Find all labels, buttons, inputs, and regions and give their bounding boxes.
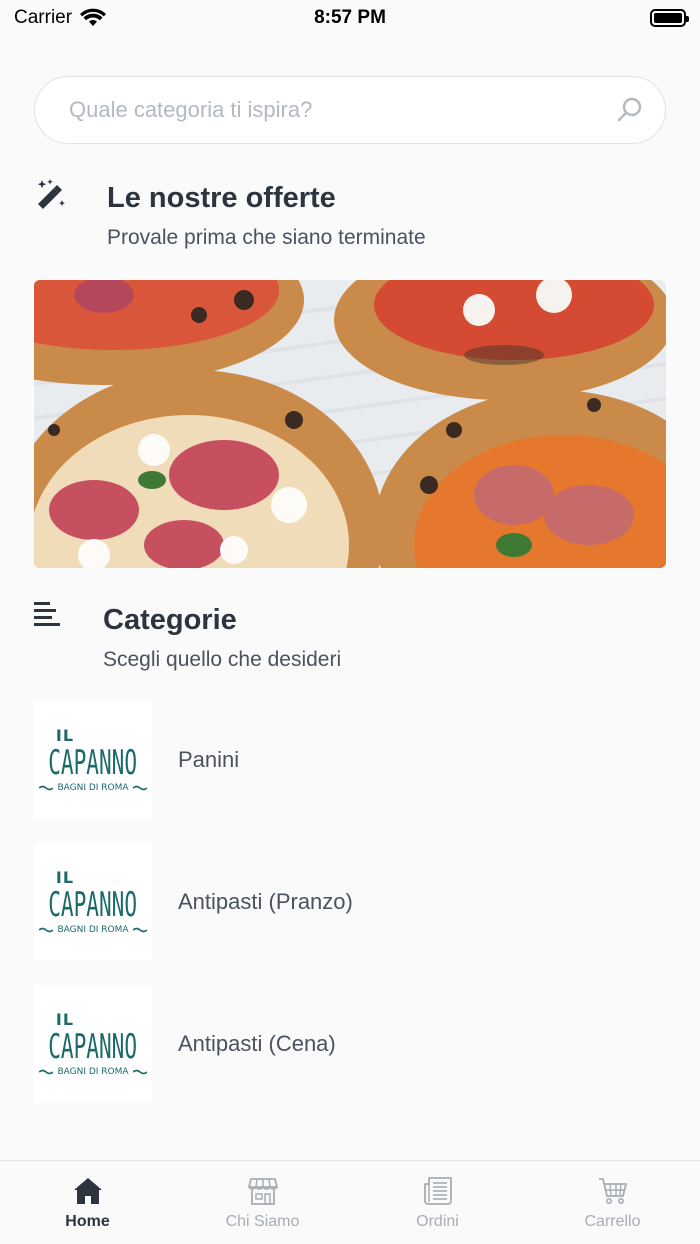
logo-line2: CAPANNO: [48, 885, 138, 925]
tab-label: Home: [65, 1213, 110, 1230]
tab-home[interactable]: Home: [0, 1161, 175, 1244]
category-item-antipasti-pranzo[interactable]: IL CAPANNO BAGNI DI ROMA Antipasti (Pran…: [34, 843, 666, 961]
list-lines-icon: [34, 602, 60, 626]
logo-line3: BAGNI DI ROMA: [57, 925, 129, 935]
logo-line3-row: BAGNI DI ROMA: [39, 1067, 147, 1077]
logo-line3-row: BAGNI DI ROMA: [39, 783, 147, 793]
logo-line3-row: BAGNI DI ROMA: [39, 925, 147, 935]
magic-wand-icon: [37, 179, 66, 209]
cart-icon: [598, 1178, 627, 1204]
search-bar[interactable]: [34, 76, 666, 144]
wave-icon: [132, 1069, 147, 1075]
wave-icon: [39, 1069, 54, 1075]
tab-carrello[interactable]: Carrello: [525, 1161, 700, 1244]
search-icon[interactable]: [615, 95, 645, 125]
wave-icon: [39, 785, 54, 791]
wave-icon: [132, 927, 147, 933]
battery-icon: [650, 9, 689, 27]
tab-chi-siamo[interactable]: Chi Siamo: [175, 1161, 350, 1244]
category-thumbnail: IL CAPANNO BAGNI DI ROMA: [34, 985, 152, 1103]
category-item-panini[interactable]: IL CAPANNO BAGNI DI ROMA Panini: [34, 701, 666, 819]
pizza-photo: [34, 280, 666, 568]
wave-icon: [132, 785, 147, 791]
logo-line2: CAPANNO: [48, 743, 138, 783]
tab-label: Ordini: [416, 1213, 459, 1230]
categories-header: Categorie Scegli quello che desideri: [34, 600, 666, 680]
tab-ordini[interactable]: Ordini: [350, 1161, 525, 1244]
offers-subtitle: Provale prima che siano terminate: [107, 226, 426, 249]
category-thumbnail: IL CAPANNO BAGNI DI ROMA: [34, 843, 152, 961]
categories-subtitle: Scegli quello che desideri: [103, 648, 342, 671]
logo-line3: BAGNI DI ROMA: [57, 783, 129, 793]
offers-title: Le nostre offerte: [107, 182, 336, 214]
home-icon: [73, 1178, 102, 1204]
store-icon: [247, 1178, 278, 1205]
status-left: Carrier: [14, 7, 107, 29]
tab-bar: Home Chi Siamo Ordini Carrello: [0, 1160, 700, 1244]
wave-icon: [39, 927, 54, 933]
orders-icon: [423, 1177, 452, 1205]
logo-line2: CAPANNO: [48, 1027, 138, 1067]
categories-title: Categorie: [103, 604, 237, 636]
offers-banner[interactable]: [34, 280, 666, 568]
status-bar: Carrier 8:57 PM: [0, 0, 700, 36]
category-label: Panini: [178, 747, 240, 772]
search-input[interactable]: [69, 97, 615, 123]
tab-label: Chi Siamo: [225, 1213, 300, 1230]
offers-header: Le nostre offerte Provale prima che sian…: [34, 178, 666, 258]
category-label: Antipasti (Cena): [178, 1031, 336, 1056]
category-thumbnail: IL CAPANNO BAGNI DI ROMA: [34, 701, 152, 819]
category-item-antipasti-cena[interactable]: IL CAPANNO BAGNI DI ROMA Antipasti (Cena…: [34, 985, 666, 1103]
tab-label: Carrello: [584, 1213, 641, 1230]
carrier-label: Carrier: [14, 7, 73, 28]
logo-line3: BAGNI DI ROMA: [57, 1067, 129, 1077]
wifi-icon: [80, 8, 107, 26]
category-label: Antipasti (Pranzo): [178, 889, 353, 914]
